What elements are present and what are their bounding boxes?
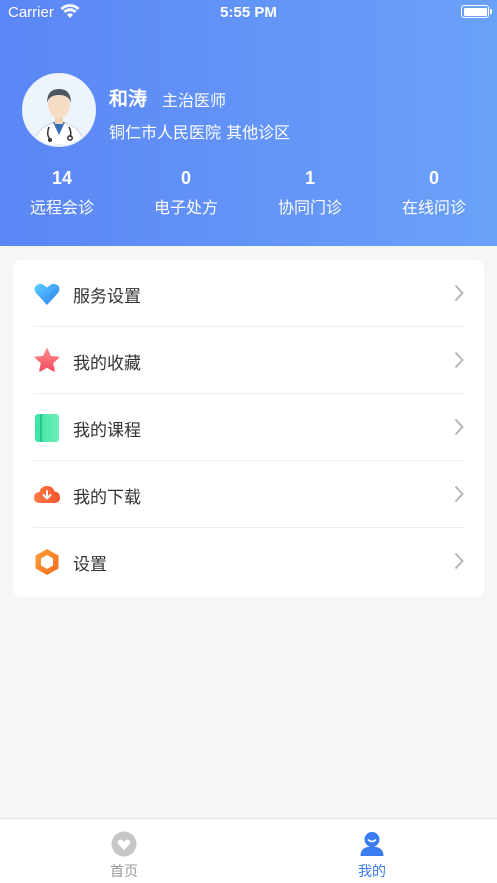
stat-label: 协同门诊 bbox=[277, 198, 342, 217]
doctor-name: 和涛 bbox=[109, 88, 148, 110]
stat-online-consultation[interactable]: 0 在线问诊 bbox=[372, 168, 496, 218]
stat-remote-consultation[interactable]: 14 远程会诊 bbox=[0, 168, 124, 218]
stat-label: 在线问诊 bbox=[401, 198, 466, 217]
menu-item-label: 服务设置 bbox=[73, 287, 141, 307]
battery-icon bbox=[461, 5, 492, 18]
tab-mine[interactable]: 我的 bbox=[248, 819, 496, 883]
tab-home-label: 首页 bbox=[110, 864, 138, 880]
clock: 5:55 PM bbox=[220, 4, 277, 21]
stat-value: 14 bbox=[51, 168, 73, 188]
tab-mine-label: 我的 bbox=[358, 864, 386, 880]
doctor-hospital: 铜仁市人民医院 其他诊区 bbox=[109, 123, 291, 142]
chevron-right-icon bbox=[454, 418, 464, 436]
stat-value: 1 bbox=[304, 168, 315, 188]
menu-card: 服务设置 我的收藏 我的课程 我的下载 设置 bbox=[13, 260, 484, 597]
user-icon bbox=[360, 832, 384, 856]
hexagon-settings-icon bbox=[35, 549, 59, 575]
menu-item-label: 我的收藏 bbox=[73, 354, 141, 374]
chevron-right-icon bbox=[454, 351, 464, 369]
menu-item-label: 我的下载 bbox=[73, 488, 141, 508]
cloud-download-icon bbox=[34, 486, 60, 503]
tab-bar: 首页 我的 bbox=[0, 818, 497, 883]
tab-home[interactable]: 首页 bbox=[0, 819, 248, 883]
status-bar: Carrier 5:55 PM bbox=[0, 0, 497, 26]
stat-label: 远程会诊 bbox=[29, 198, 94, 217]
star-icon bbox=[34, 348, 60, 372]
chevron-right-icon bbox=[454, 485, 464, 503]
avatar[interactable] bbox=[22, 73, 96, 147]
menu-item-settings[interactable]: 设置 bbox=[33, 528, 464, 595]
profile-header: Carrier 5:55 PM 和涛 主治医师 铜仁市人民医院 其他诊区 14 … bbox=[0, 0, 497, 246]
stat-value: 0 bbox=[428, 168, 439, 188]
menu-item-downloads[interactable]: 我的下载 bbox=[33, 461, 464, 528]
menu-item-courses[interactable]: 我的课程 bbox=[33, 394, 464, 461]
stat-collaborative-clinic[interactable]: 1 协同门诊 bbox=[248, 168, 372, 218]
chevron-right-icon bbox=[454, 552, 464, 570]
stat-e-prescription[interactable]: 0 电子处方 bbox=[124, 168, 248, 218]
doctor-avatar-icon bbox=[24, 75, 94, 145]
home-heart-icon bbox=[111, 831, 137, 857]
chevron-right-icon bbox=[454, 284, 464, 302]
book-icon bbox=[35, 414, 59, 442]
stat-label: 电子处方 bbox=[153, 198, 218, 217]
menu-item-favorites[interactable]: 我的收藏 bbox=[33, 327, 464, 394]
menu-item-service-settings[interactable]: 服务设置 bbox=[33, 260, 464, 327]
doctor-title: 主治医师 bbox=[162, 91, 227, 110]
menu-item-label: 我的课程 bbox=[73, 421, 141, 441]
heart-icon bbox=[34, 283, 60, 305]
menu-item-label: 设置 bbox=[73, 555, 107, 575]
stat-value: 0 bbox=[180, 168, 191, 188]
